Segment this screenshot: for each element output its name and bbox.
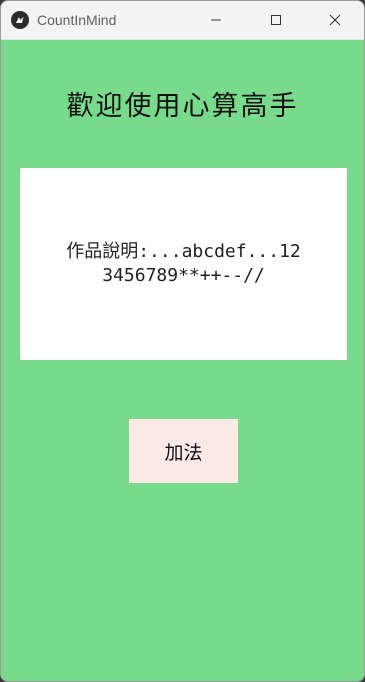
minimize-icon: [211, 19, 221, 21]
close-button[interactable]: [312, 1, 358, 39]
description-panel: 作品說明:...abcdef...123456789**++--//: [20, 168, 347, 360]
window-title: CountInMind: [37, 12, 117, 28]
title-bar[interactable]: CountInMind: [1, 1, 364, 40]
addition-button[interactable]: 加法: [129, 419, 238, 483]
close-icon: [329, 14, 341, 26]
maximize-icon: [271, 15, 281, 25]
main-content: 歡迎使用心算高手 作品說明:...abcdef...123456789**++-…: [1, 40, 364, 681]
page-title: 歡迎使用心算高手: [66, 91, 299, 122]
kivy-logo-icon: [11, 11, 29, 29]
minimize-button[interactable]: [193, 1, 239, 39]
description-text: 作品說明:...abcdef...123456789**++--//: [66, 241, 301, 286]
maximize-button[interactable]: [253, 1, 299, 39]
app-window: CountInMind 歡迎使用心算高手 作品說明:...abcdef...12…: [0, 0, 365, 682]
